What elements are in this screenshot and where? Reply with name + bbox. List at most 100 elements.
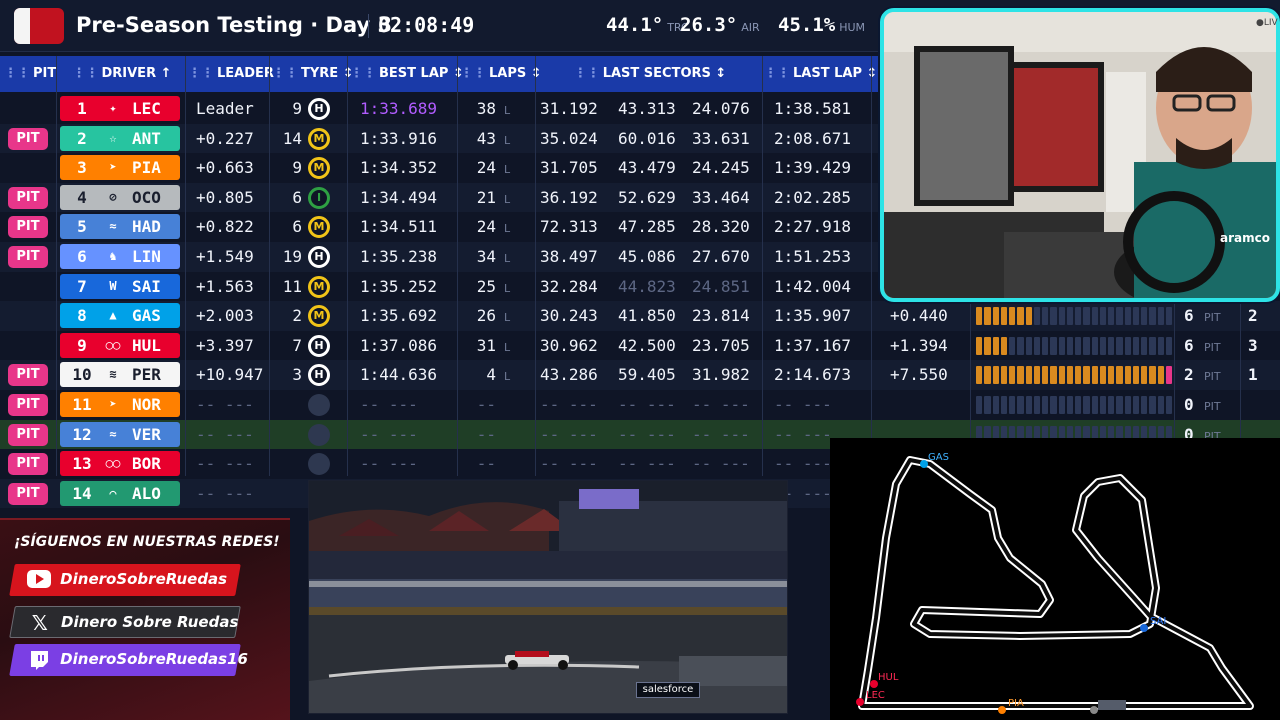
column-header-driver[interactable]: ⋮⋮ DRIVER ↑ bbox=[62, 56, 182, 92]
sector-3: 33.631 bbox=[692, 128, 750, 148]
map-label-gas: GAS bbox=[928, 452, 949, 463]
pit-badge: PIT bbox=[8, 127, 48, 150]
x-link[interactable]: 𝕏 Dinero Sobre Ruedas bbox=[9, 606, 241, 638]
twitch-icon bbox=[26, 649, 52, 671]
table-row[interactable]: PIT 10 ≋ PER +10.947 3 H 1:44.636 4 L 43.286 59… bbox=[0, 360, 1280, 390]
column-header-pit[interactable]: ⋮⋮ PIT bbox=[4, 56, 56, 92]
driver-badge[interactable]: 13 ◯◯ BOR bbox=[60, 451, 180, 477]
driver-badge[interactable]: 10 ≋ PER bbox=[60, 362, 180, 388]
tyre-empty-icon bbox=[308, 423, 330, 446]
youtube-icon bbox=[26, 569, 52, 591]
driver-position: 10 bbox=[72, 365, 92, 385]
column-header-last-sectors[interactable]: ⋮⋮ LAST SECTORS ↕ bbox=[540, 56, 760, 92]
pit-badge: PIT bbox=[8, 246, 48, 268]
leader-gap: +2.003 bbox=[196, 306, 254, 326]
map-label-lec: LEC bbox=[866, 690, 885, 701]
session-clock: 02:08:49 bbox=[378, 13, 475, 37]
twitch-link[interactable]: DineroSobreRuedas16 bbox=[9, 644, 248, 676]
map-marker-gas bbox=[920, 460, 928, 468]
driver-position: 3 bbox=[77, 158, 87, 178]
webcam-image: aramco bbox=[884, 12, 1276, 298]
youtube-link[interactable]: DineroSobreRuedas bbox=[9, 564, 241, 596]
air-temp-value: 26.3° bbox=[680, 14, 738, 36]
humidity-label: HUM bbox=[839, 21, 866, 34]
driver-badge[interactable]: 4 ⊘ OCO bbox=[60, 184, 180, 210]
driver-badge[interactable]: 8 ▲ GAS bbox=[60, 303, 180, 329]
driver-badge[interactable]: 9 ◯◯ HUL bbox=[60, 332, 180, 358]
driver-badge[interactable]: 14 ⌒ ALO bbox=[60, 480, 180, 506]
sector-2: 44.823 bbox=[618, 276, 676, 296]
driver-badge[interactable]: 3 ➤ PIA bbox=[60, 155, 180, 181]
tyre-empty-icon bbox=[308, 394, 330, 416]
column-divider bbox=[457, 56, 458, 476]
tyre-compound-icon: H bbox=[308, 98, 330, 120]
driver-badge[interactable]: 11 ➤ NOR bbox=[60, 392, 180, 417]
sector-3: 23.814 bbox=[692, 306, 750, 326]
last-lap: 2:14.673 bbox=[774, 365, 852, 385]
driver-code: ANT bbox=[132, 128, 161, 148]
driver-badge[interactable]: 12 ≈ VER bbox=[60, 421, 180, 447]
tyre-stint-laps: 7 bbox=[292, 335, 302, 355]
driver-position: 2 bbox=[77, 128, 87, 148]
best-lap: 1:35.238 bbox=[360, 247, 438, 266]
x-label: Dinero Sobre Ruedas bbox=[61, 613, 239, 631]
best-lap: 1:34.494 bbox=[360, 187, 438, 207]
humidity: 45.1% HUM bbox=[778, 14, 865, 36]
column-header-best-lap[interactable]: ⋮⋮ BEST LAP ↕ bbox=[350, 56, 464, 92]
tyre-stint-laps: 3 bbox=[292, 365, 302, 385]
column-header-last-lap[interactable]: ⋮⋮ LAST LAP ↕ bbox=[764, 56, 877, 92]
driver-code: HUL bbox=[132, 335, 161, 355]
air-temp-label: AIR bbox=[741, 21, 760, 34]
drag-handle-icon: ⋮⋮ bbox=[764, 66, 790, 81]
driver-badge[interactable]: 6 ♞ LIN bbox=[60, 244, 180, 269]
column-header-laps[interactable]: ⋮⋮ LAPS ↕ bbox=[460, 56, 542, 92]
driver-code: VER bbox=[132, 424, 161, 444]
table-row[interactable]: 8 ▲ GAS +2.003 2 M 1:35.692 26 L 30.243 41.850 2… bbox=[0, 301, 1280, 331]
sector-3: 23.705 bbox=[692, 335, 750, 355]
lap-count: 34 bbox=[476, 247, 496, 266]
sector-2: 47.285 bbox=[618, 217, 676, 237]
column-last-lap-label: LAST LAP ↕ bbox=[793, 66, 878, 81]
column-header-leader[interactable]: ⋮⋮ LEADER bbox=[188, 56, 274, 92]
sector-2: 45.086 bbox=[618, 247, 676, 266]
tyre-stint-laps bbox=[272, 420, 302, 450]
tyre-compound-icon: H bbox=[308, 246, 330, 268]
driver-badge[interactable]: 1 ✦ LEC bbox=[60, 96, 180, 121]
socials-title: ¡SÍGUENOS EN NUESTRAS REDES! bbox=[14, 534, 280, 550]
sector-1: 36.192 bbox=[540, 187, 598, 207]
driver-code: LIN bbox=[132, 247, 161, 266]
lap-count: 24 bbox=[476, 217, 496, 237]
lap-count: 43 bbox=[476, 128, 496, 148]
streamer-webcam: aramco bbox=[880, 8, 1280, 302]
driver-position: 13 bbox=[72, 454, 92, 474]
team-logo-icon: ≈ bbox=[109, 426, 117, 441]
lap-unit: L bbox=[504, 222, 511, 236]
driver-badge[interactable]: 2 ☆ ANT bbox=[60, 125, 180, 151]
tyre-stint-laps bbox=[272, 449, 302, 479]
column-header-tyre[interactable]: ⋮⋮ TYRE ↕ bbox=[272, 56, 354, 92]
svg-text:aramco: aramco bbox=[1220, 231, 1270, 245]
tyre-stint-laps: 11 bbox=[282, 276, 302, 296]
tyre-stint-laps: 19 bbox=[282, 247, 302, 266]
sector-2: 43.313 bbox=[618, 99, 676, 118]
lap-count: 24 bbox=[476, 158, 496, 178]
leader-gap: -- --- bbox=[196, 424, 254, 444]
tyre-stint-laps: 9 bbox=[292, 158, 302, 178]
best-lap: 1:35.252 bbox=[360, 276, 438, 296]
stint-progress-bars bbox=[976, 336, 1172, 355]
driver-badge[interactable]: 5 ≈ HAD bbox=[60, 214, 180, 240]
leader-gap: -- --- bbox=[196, 483, 254, 503]
pit-count: 0 bbox=[1184, 395, 1194, 414]
table-row[interactable]: 9 ◯◯ HUL +3.397 7 H 1:37.086 31 L 30.962 42.500… bbox=[0, 331, 1280, 361]
lap-count: 4 bbox=[486, 365, 496, 385]
table-row[interactable]: PIT 11 ➤ NOR -- --- -- --- -- -- --- -- --- -… bbox=[0, 390, 1280, 420]
best-lap: 1:35.692 bbox=[360, 306, 438, 326]
driver-code: ALO bbox=[132, 483, 161, 503]
driver-badge[interactable]: 7 W SAI bbox=[60, 273, 180, 299]
lap-count: 31 bbox=[476, 335, 496, 355]
lap-count: 38 bbox=[476, 99, 496, 118]
column-divider bbox=[185, 56, 186, 476]
best-lap: 1:34.352 bbox=[360, 158, 438, 178]
driver-position: 5 bbox=[77, 217, 87, 237]
track-temp: 44.1° TRC bbox=[606, 14, 689, 36]
